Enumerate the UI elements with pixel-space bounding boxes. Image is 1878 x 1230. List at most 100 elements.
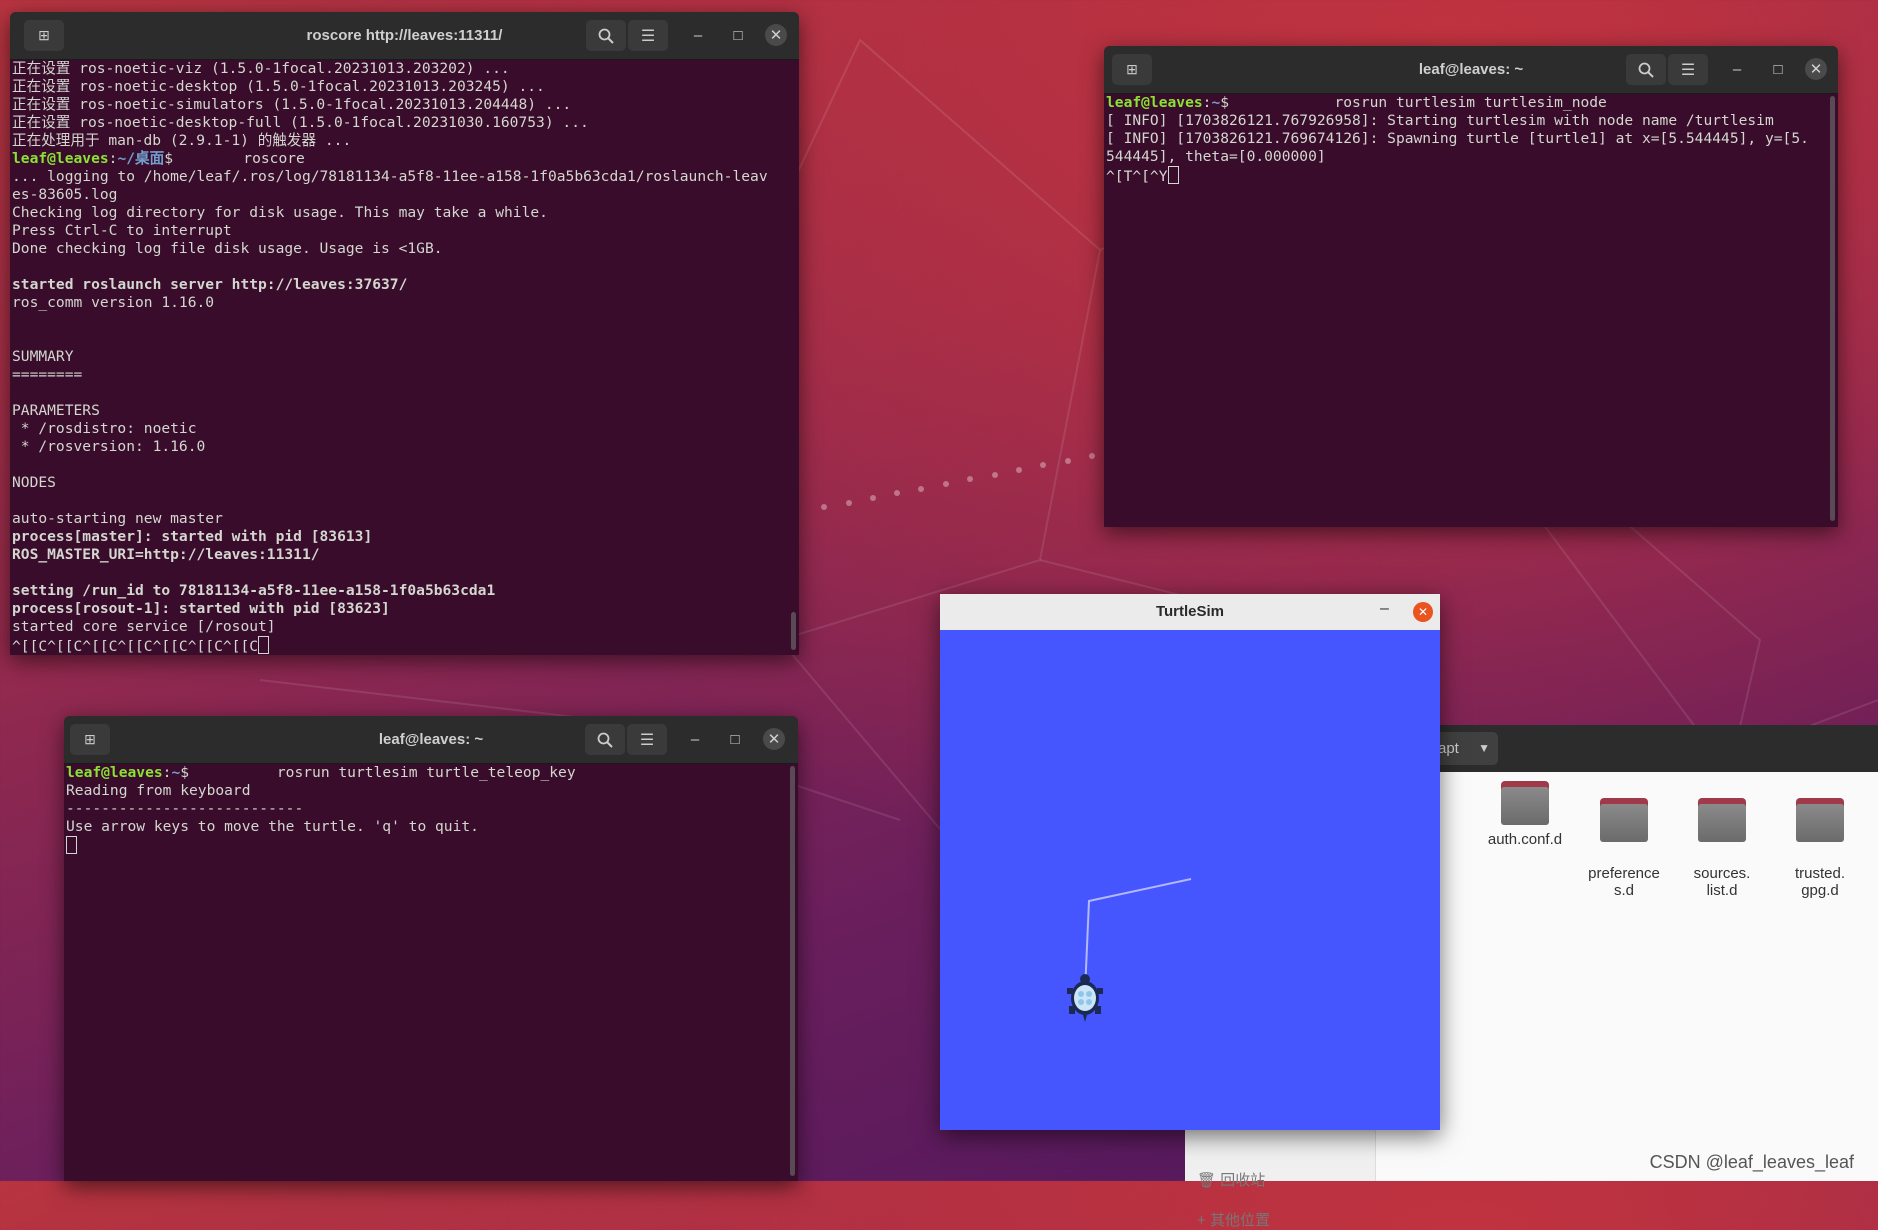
roscore-terminal-window: ⊞ roscore http://leaves:11311/ ☰ – □ ✕ 正… (10, 12, 799, 655)
terminal-line: leaf@leaves:~/桌面$ roscore (12, 150, 783, 168)
terminal-text: process[rosout-1]: started with pid [836… (12, 600, 390, 617)
terminal-text: [ INFO] [1703826121.769674126]: Spawning… (1106, 130, 1809, 147)
terminal-text: ... logging to /home/leaf/.ros/log/78181… (12, 168, 768, 185)
folder-item[interactable]: auth.conf.d (1479, 781, 1571, 848)
scrollbar[interactable] (1830, 96, 1835, 521)
prompt-command: $ roscore (164, 150, 305, 167)
terminal-text: ROS_MASTER_URI=http://leaves:11311/ (12, 546, 320, 563)
maximize-button[interactable]: □ (724, 728, 746, 750)
terminal-text: Done checking log file disk usage. Usage… (12, 240, 443, 257)
terminal-line: ros_comm version 1.16.0 (12, 294, 783, 312)
title-bar: ⊞ leaf@leaves: ~ ☰ – □ ✕ (1104, 46, 1838, 94)
folder-icon (1600, 798, 1648, 842)
terminal-text: ======== (12, 366, 83, 383)
terminal-text: SUMMARY (12, 348, 74, 365)
terminal-output[interactable]: 正在设置 ros-noetic-viz (1.5.0-1focal.202310… (10, 59, 785, 655)
window-title: roscore http://leaves:11311/ (306, 27, 503, 44)
menu-button[interactable]: ☰ (628, 20, 668, 51)
maximize-button[interactable]: □ (727, 24, 749, 46)
folder-item[interactable]: trusted. gpg.d (1774, 781, 1866, 916)
folder-icon (1698, 798, 1746, 842)
terminal-line: PARAMETERS (12, 402, 783, 420)
terminal-text: process[master]: started with pid [83613… (12, 528, 373, 545)
terminal-line: 正在处理用于 man-db (2.9.1-1) 的触发器 ... (12, 132, 783, 150)
folder-icon (1796, 798, 1844, 842)
terminal-line (66, 836, 782, 854)
prompt-path: ~ (1211, 94, 1221, 111)
terminal-line: auto-starting new master (12, 510, 783, 528)
terminal-text: 正在设置 ros-noetic-viz (1.5.0-1focal.202310… (12, 60, 510, 77)
terminal-line: ^[T^[^Y (1106, 166, 1822, 185)
minimize-button[interactable]: – (1380, 600, 1389, 618)
terminal-text: 正在设置 ros-noetic-desktop-full (1.5.0-1foc… (12, 114, 589, 131)
terminal-line: leaf@leaves:~$ rosrun turtlesim turtle_t… (66, 764, 782, 782)
turtlesim-canvas[interactable] (940, 630, 1440, 1130)
minimize-button[interactable]: – (687, 24, 709, 46)
terminal-line: 正在设置 ros-noetic-desktop (1.5.0-1focal.20… (12, 78, 783, 96)
terminal-text: es-83605.log (12, 186, 118, 203)
hamburger-icon: ☰ (639, 731, 655, 749)
maximize-button[interactable]: □ (1767, 58, 1789, 80)
terminal-text: Press Ctrl-C to interrupt (12, 222, 232, 239)
terminal-line: Reading from keyboard (66, 782, 782, 800)
search-button[interactable] (585, 724, 625, 755)
terminal-text: NODES (12, 474, 56, 491)
close-button[interactable]: ✕ (765, 24, 787, 46)
prompt-user: leaf@leaves (66, 764, 163, 781)
scrollbar[interactable] (791, 612, 796, 650)
terminal-text: 正在设置 ros-noetic-simulators (1.5.0-1focal… (12, 96, 572, 113)
sidebar-item-other-locations[interactable]: + 其他位置 (1197, 1209, 1270, 1230)
title-bar: ⊞ roscore http://leaves:11311/ ☰ – □ ✕ (10, 12, 799, 60)
prompt-path: ~/桌面 (117, 150, 165, 167)
search-icon (1638, 62, 1654, 78)
terminal-line: es-83605.log (12, 186, 783, 204)
terminal-output[interactable]: leaf@leaves:~$ rosrun turtlesim turtle_t… (64, 763, 784, 1181)
hamburger-icon: ☰ (1680, 61, 1696, 79)
terminal-text: started roslaunch server http://leaves:3… (12, 276, 408, 293)
text-cursor (258, 636, 270, 654)
prompt-path: ~ (171, 764, 181, 781)
search-button[interactable] (1626, 54, 1666, 85)
minimize-button[interactable]: – (684, 728, 706, 750)
terminal-text: Checking log directory for disk usage. T… (12, 204, 548, 221)
terminal-text: [ INFO] [1703826121.767926958]: Starting… (1106, 112, 1774, 129)
terminal-line: Done checking log file disk usage. Usage… (12, 240, 783, 258)
terminal-line: Checking log directory for disk usage. T… (12, 204, 783, 222)
terminal-line: leaf@leaves:~$ rosrun turtlesim turtlesi… (1106, 94, 1822, 112)
terminal-line: ^[[C^[[C^[[C^[[C^[[C^[[C^[[C (12, 636, 783, 655)
terminal-line: 544445], theta=[0.000000] (1106, 148, 1822, 166)
close-button[interactable]: ✕ (1413, 602, 1433, 622)
terminal-line: ... logging to /home/leaf/.ros/log/78181… (12, 168, 783, 186)
menu-button[interactable]: ☰ (627, 724, 667, 755)
hamburger-icon: ☰ (640, 27, 656, 45)
search-button[interactable] (586, 20, 626, 51)
path-button-apt[interactable]: apt ▼ (1430, 732, 1498, 765)
turtle-path (1067, 878, 1192, 1022)
folder-icon (1501, 781, 1549, 825)
terminal-text: 正在设置 ros-noetic-desktop (1.5.0-1focal.20… (12, 78, 545, 95)
terminal-line: started core service [/rosout] (12, 618, 783, 636)
sidebar-item-trash[interactable]: 🗑 回收站 (1197, 1169, 1265, 1190)
prompt-command: $ rosrun turtlesim turtlesim_node (1220, 94, 1607, 111)
folder-item[interactable]: preference s.d (1578, 781, 1670, 916)
close-button[interactable]: ✕ (1805, 58, 1827, 80)
terminal-text: ^[[C^[[C^[[C^[[C^[[C^[[C^[[C (12, 638, 259, 655)
scrollbar[interactable] (790, 766, 795, 1176)
close-button[interactable]: ✕ (763, 728, 785, 750)
folder-item[interactable]: sources. list.d (1676, 781, 1768, 916)
menu-button[interactable]: ☰ (1668, 54, 1708, 85)
terminal-output[interactable]: leaf@leaves:~$ rosrun turtlesim turtlesi… (1104, 93, 1824, 527)
terminal-text: setting /run_id to 78181134-a5f8-11ee-a1… (12, 582, 496, 599)
terminal-text: --------------------------- (66, 800, 304, 817)
terminal-text: 正在处理用于 man-db (2.9.1-1) 的触发器 ... (12, 132, 352, 149)
minimize-button[interactable]: – (1726, 58, 1748, 80)
terminal-line: 正在设置 ros-noetic-desktop-full (1.5.0-1foc… (12, 114, 783, 132)
terminal-line: * /rosversion: 1.16.0 (12, 438, 783, 456)
terminal-text: * /rosversion: 1.16.0 (12, 438, 206, 455)
